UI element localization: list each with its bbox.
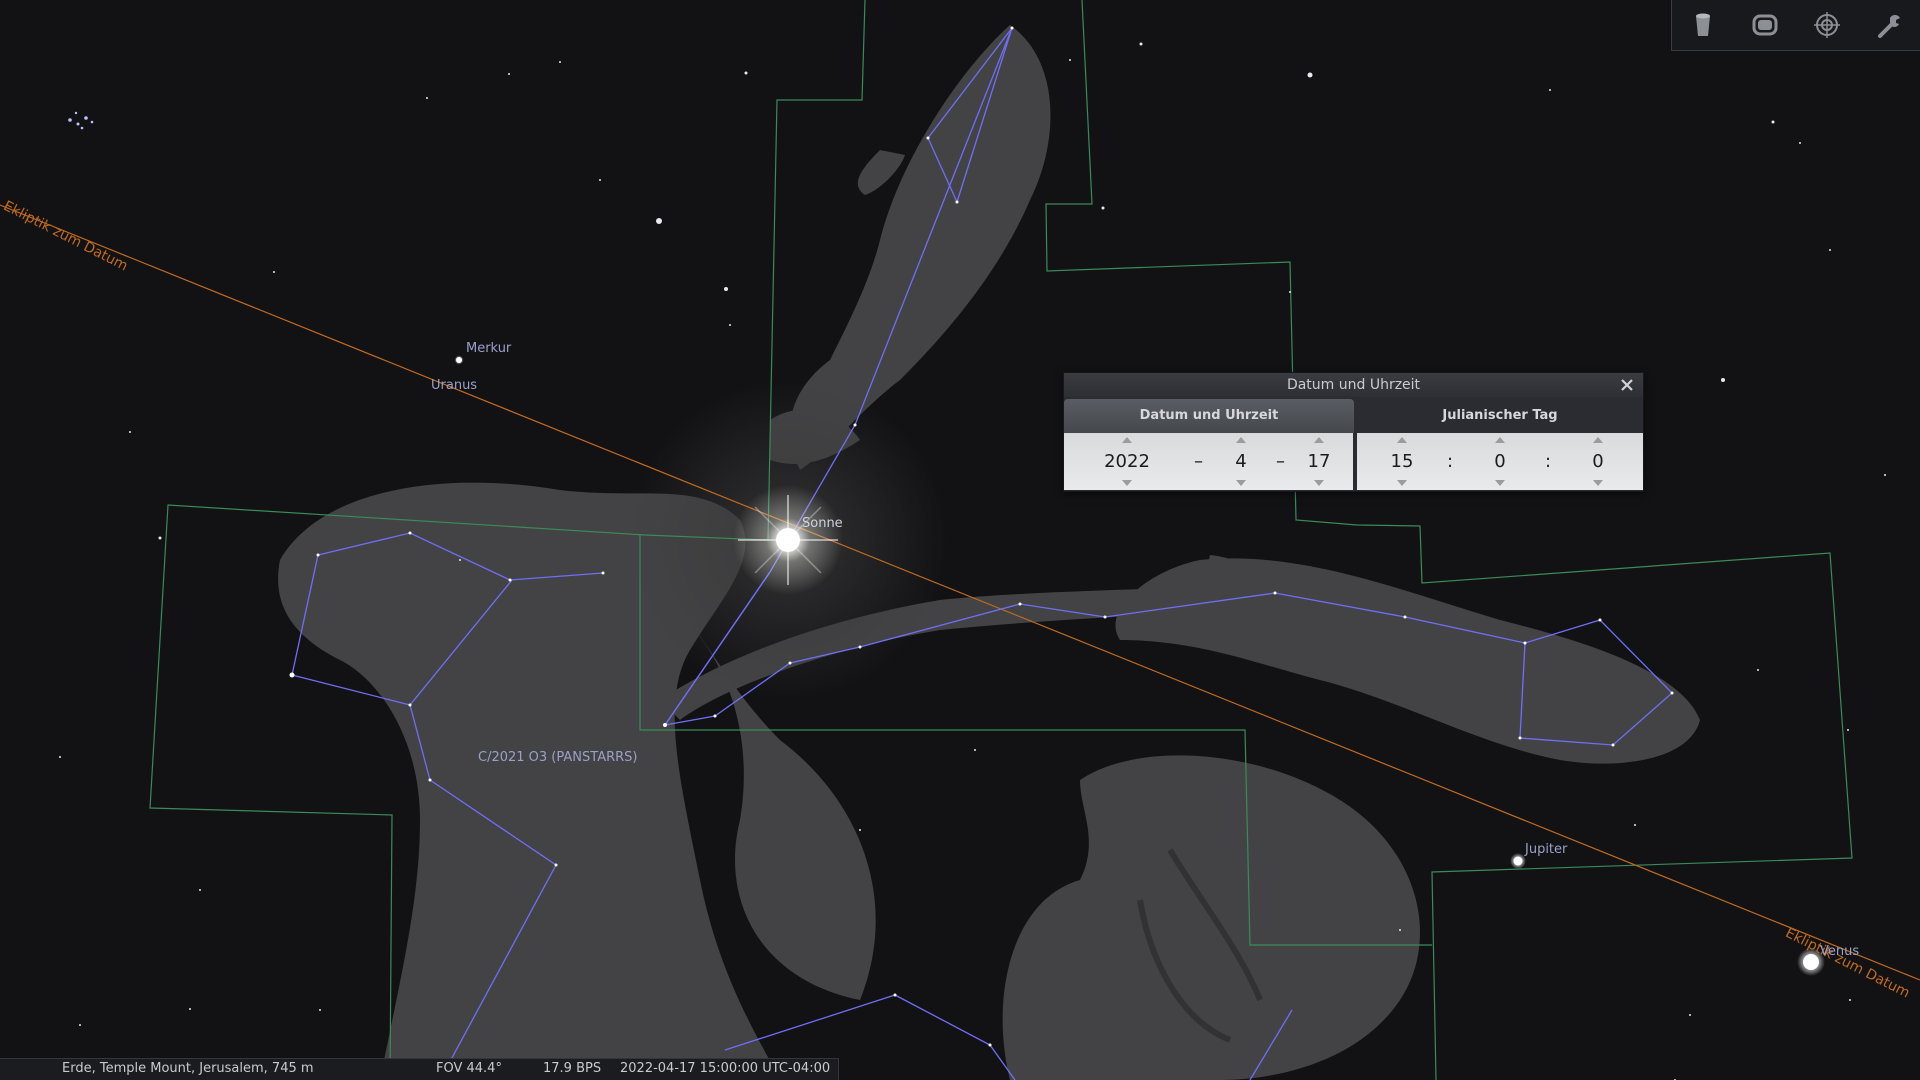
tab-date-time[interactable]: Datum und Uhrzeit [1064,399,1354,433]
year-up-arrow-icon[interactable] [1122,437,1132,443]
fullscreen-icon[interactable] [1745,5,1785,45]
label-comet: C/2021 O3 (PANSTARRS) [478,750,638,765]
tab-julian-day[interactable]: Julianischer Tag [1357,399,1643,433]
minute-spinbox[interactable]: 0 [1475,433,1525,490]
day-up-arrow-icon[interactable] [1314,437,1324,443]
month-up-arrow-icon[interactable] [1236,437,1246,443]
status-location: Erde, Temple Mount, Jerusalem, 745 m [62,1061,314,1076]
year-down-arrow-icon[interactable] [1122,480,1132,486]
label-venus: Venus [1820,944,1860,959]
hour-spinbox[interactable]: 15 [1377,433,1427,490]
year-spinbox[interactable]: 2022 [1082,433,1172,490]
sky-view[interactable] [0,0,1920,1080]
minute-value: 0 [1494,451,1506,472]
status-fps: 17.9 BPS [543,1061,602,1076]
settings-wrench-icon[interactable] [1869,5,1909,45]
minute-down-arrow-icon[interactable] [1495,480,1505,486]
time-separator: : [1545,451,1552,472]
time-separator: : [1447,451,1454,472]
month-value: 4 [1235,451,1247,472]
status-fov: FOV 44.4° [436,1061,502,1076]
label-uranus: Uranus [431,378,478,393]
sun-marker[interactable] [733,485,843,595]
date-time-dialog: Datum und Uhrzeit Datum und Uhrzeit Juli… [1063,372,1644,492]
year-value: 2022 [1104,451,1150,472]
status-bar: Erde, Temple Mount, Jerusalem, 745 m FOV… [0,1058,839,1080]
label-jupiter: Jupiter [1525,842,1568,857]
target-icon[interactable] [1807,5,1847,45]
month-spinbox[interactable]: 4 [1216,433,1266,490]
month-down-arrow-icon[interactable] [1236,480,1246,486]
status-datetime: 2022-04-17 15:00:00 UTC-04:00 [620,1061,831,1076]
top-right-toolbar [1671,0,1920,51]
day-down-arrow-icon[interactable] [1314,480,1324,486]
date-separator: – [1276,451,1285,472]
second-up-arrow-icon[interactable] [1593,437,1603,443]
hour-down-arrow-icon[interactable] [1397,480,1407,486]
close-icon[interactable] [1617,373,1637,397]
date-separator: – [1194,451,1203,472]
dialog-title: Datum und Uhrzeit [1286,377,1421,393]
label-sonne: Sonne [802,516,843,531]
second-spinbox[interactable]: 0 [1573,433,1623,490]
night-mode-icon[interactable] [1683,5,1723,45]
time-panel: 15 : 0 : 0 [1357,433,1643,490]
second-value: 0 [1592,451,1604,472]
hour-value: 15 [1390,451,1414,472]
day-spinbox[interactable]: 17 [1294,433,1344,490]
hour-up-arrow-icon[interactable] [1397,437,1407,443]
second-down-arrow-icon[interactable] [1593,480,1603,486]
minute-up-arrow-icon[interactable] [1495,437,1505,443]
dialog-title-bar[interactable]: Datum und Uhrzeit [1064,373,1643,397]
day-value: 17 [1307,451,1331,472]
label-merkur: Merkur [466,341,512,356]
date-panel: 2022 – 4 – 17 [1064,433,1353,490]
